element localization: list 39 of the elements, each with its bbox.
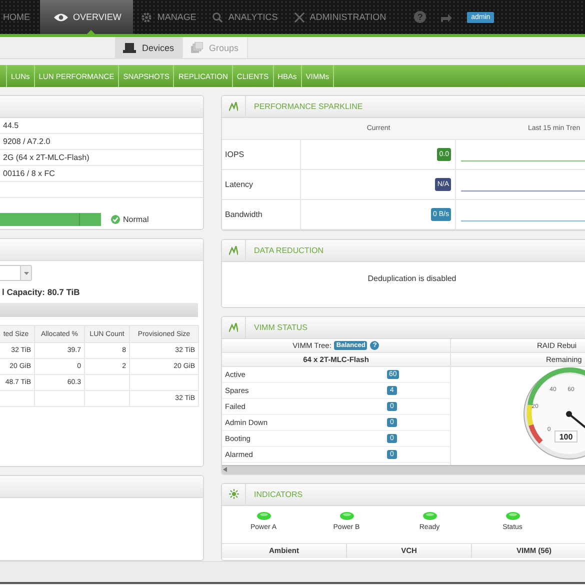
metric-label: Bandwidth — [222, 200, 301, 230]
metric-label: Latency — [222, 170, 301, 200]
nav-tab[interactable]: ANALYTICS — [204, 0, 286, 34]
panel-title: INDICATORS — [253, 490, 303, 499]
panel-title: PERFORMANCE SPARKLINE — [253, 102, 363, 111]
panel-title: VIMM STATUS — [253, 322, 308, 332]
nav-tab[interactable]: HOME — [0, 0, 40, 34]
info-row: 00116 / 8 x FC — [0, 166, 203, 182]
caret-icon — [24, 272, 28, 275]
help-button[interactable]: ? — [414, 11, 426, 23]
chart-icon — [229, 102, 238, 111]
info-row: 44.5 — [0, 118, 203, 134]
stack-icon — [191, 42, 204, 53]
sun-icon — [228, 489, 238, 500]
left-arrow-icon[interactable] — [223, 467, 227, 472]
horizontal-scrollbar[interactable] — [222, 464, 585, 474]
search-icon — [212, 12, 224, 22]
metric-label: IOPS — [222, 140, 301, 170]
view-tab[interactable]: Devices — [115, 37, 184, 58]
nav-tab[interactable]: ADMINISTRATION — [286, 0, 394, 34]
dropdown[interactable] — [0, 265, 32, 282]
check-circle-icon — [111, 215, 120, 224]
total-capacity: l Capacity: 80.7 TiB — [2, 287, 81, 298]
nav-tab[interactable]: MANAGE — [133, 0, 204, 34]
tools-icon — [294, 12, 305, 22]
gear-icon — [141, 12, 152, 22]
view-tab[interactable]: Groups — [183, 37, 248, 58]
info-row: 2G (64 x 2T-MLC-Flash) — [0, 150, 203, 166]
share-icon[interactable] — [440, 12, 454, 22]
gauge-reading: 100 — [554, 430, 578, 442]
eye-icon — [54, 12, 68, 22]
panel-title: DATA REDUCTION — [253, 246, 324, 255]
chart-icon — [229, 246, 238, 255]
chart-icon — [229, 322, 238, 332]
nav-tab[interactable]: OVERVIEW — [40, 0, 134, 34]
dedup-message: Deduplication is disabled — [366, 272, 458, 283]
status-label: Normal — [123, 215, 149, 224]
info-row: 9208 / A7.2.0 — [0, 134, 203, 150]
device-icon — [123, 42, 136, 52]
